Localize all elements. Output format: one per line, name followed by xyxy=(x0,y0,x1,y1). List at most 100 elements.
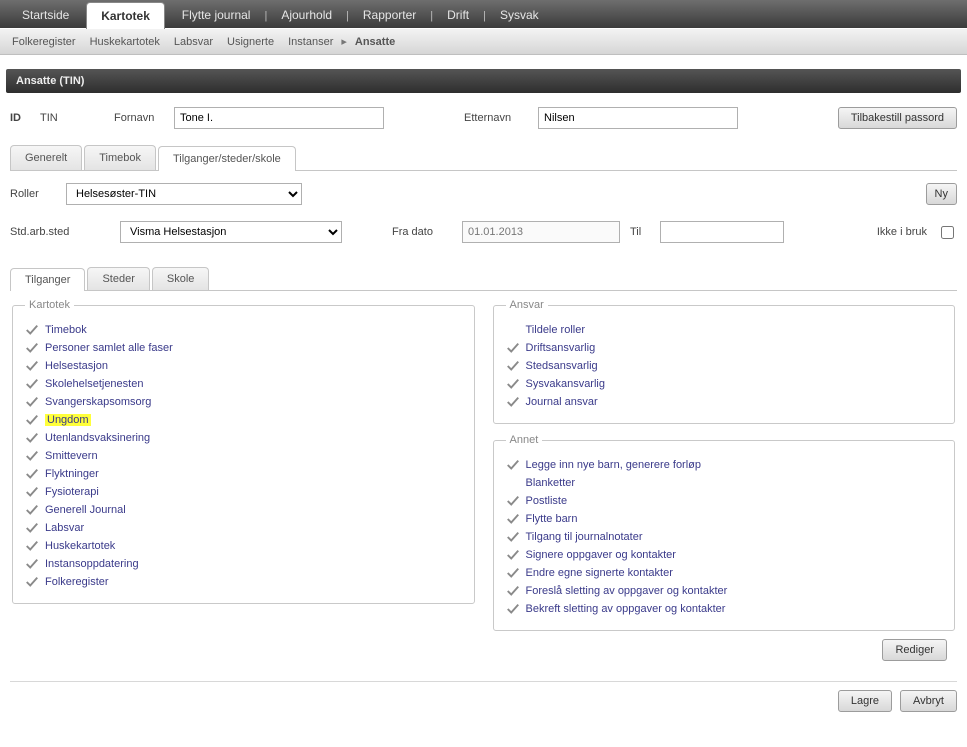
tab-generelt[interactable]: Generelt xyxy=(10,145,82,170)
permission-item[interactable]: Endre egne signerte kontakter xyxy=(506,564,943,582)
permission-item[interactable]: Tildele roller xyxy=(506,321,943,339)
permission-item[interactable]: Stedsansvarlig xyxy=(506,357,943,375)
checkmark-icon[interactable] xyxy=(506,602,520,616)
checkmark-icon[interactable] xyxy=(25,323,39,337)
checkmark-icon[interactable] xyxy=(25,413,39,427)
checkmark-icon[interactable] xyxy=(25,557,39,571)
lagre-button[interactable]: Lagre xyxy=(838,690,892,712)
checkmark-icon[interactable] xyxy=(506,377,520,391)
checkmark-icon[interactable] xyxy=(506,494,520,508)
employee-tabs: GenereltTimebokTilganger/steder/skole xyxy=(10,145,957,171)
permission-label: Flytte barn xyxy=(526,513,578,525)
permission-label: Signere oppgaver og kontakter xyxy=(526,549,676,561)
til-input[interactable] xyxy=(660,221,784,243)
annet-legend: Annet xyxy=(506,434,543,446)
permission-label: Personer samlet alle faser xyxy=(45,342,173,354)
permission-label: Legge inn nye barn, generere forløp xyxy=(526,459,702,471)
permission-item[interactable]: Foreslå sletting av oppgaver og kontakte… xyxy=(506,582,943,600)
fra-dato-input[interactable] xyxy=(462,221,620,243)
checkmark-icon[interactable] xyxy=(25,449,39,463)
ny-button[interactable]: Ny xyxy=(926,183,957,205)
tab-skole[interactable]: Skole xyxy=(152,267,210,290)
subnav-link-labsvar[interactable]: Labsvar xyxy=(174,36,213,48)
permission-item[interactable]: Instansoppdatering xyxy=(25,555,462,573)
permission-item[interactable]: Driftsansvarlig xyxy=(506,339,943,357)
checkmark-icon[interactable] xyxy=(25,575,39,589)
ikke-i-bruk-checkbox[interactable] xyxy=(941,226,954,239)
permission-item[interactable]: Bekreft sletting av oppgaver og kontakte… xyxy=(506,600,943,618)
roller-select[interactable]: Helsesøster-TIN xyxy=(66,183,302,205)
permission-item[interactable]: Personer samlet alle faser xyxy=(25,339,462,357)
permission-label: Bekreft sletting av oppgaver og kontakte… xyxy=(526,603,726,615)
topnav-tab-kartotek[interactable]: Kartotek xyxy=(86,2,165,29)
permission-item[interactable]: Helsestasjon xyxy=(25,357,462,375)
permission-item[interactable]: Fysioterapi xyxy=(25,483,462,501)
std-select[interactable]: Visma Helsestasjon xyxy=(120,221,342,243)
permission-item[interactable]: Ungdom xyxy=(25,411,462,429)
topnav-tab-rapporter[interactable]: Rapporter xyxy=(349,2,430,28)
permission-item[interactable]: Journal ansvar xyxy=(506,393,943,411)
topnav-tab-sysvak[interactable]: Sysvak xyxy=(486,2,553,28)
checkmark-icon[interactable] xyxy=(25,395,39,409)
permission-item[interactable]: Signere oppgaver og kontakter xyxy=(506,546,943,564)
permission-item[interactable]: Flytte barn xyxy=(506,510,943,528)
permission-item[interactable]: Tilgang til journalnotater xyxy=(506,528,943,546)
subnav-current[interactable]: Ansatte xyxy=(355,36,395,48)
rediger-button[interactable]: Rediger xyxy=(882,639,947,661)
permission-item[interactable]: Postliste xyxy=(506,492,943,510)
checkmark-icon[interactable] xyxy=(25,431,39,445)
checkmark-icon[interactable] xyxy=(25,503,39,517)
tab-steder[interactable]: Steder xyxy=(87,267,149,290)
checkmark-icon[interactable] xyxy=(25,485,39,499)
permission-item[interactable]: Sysvakansvarlig xyxy=(506,375,943,393)
checkmark-icon[interactable] xyxy=(506,359,520,373)
permission-item[interactable]: Utenlandsvaksinering xyxy=(25,429,462,447)
checkmark-icon[interactable] xyxy=(25,539,39,553)
checkmark-icon[interactable] xyxy=(25,359,39,373)
subnav-link-folkeregister[interactable]: Folkeregister xyxy=(12,36,76,48)
checkmark-icon[interactable] xyxy=(25,377,39,391)
topnav-tab-drift[interactable]: Drift xyxy=(433,2,483,28)
checkmark-icon[interactable] xyxy=(506,395,520,409)
checkmark-icon[interactable] xyxy=(506,584,520,598)
tab-tilganger-steder-skole[interactable]: Tilganger/steder/skole xyxy=(158,146,296,171)
etternavn-input[interactable] xyxy=(538,107,738,129)
top-nav: Startside|Kartotek|Flytte journal|Ajourh… xyxy=(0,0,967,28)
permission-item[interactable]: Blanketter xyxy=(506,474,943,492)
checkmark-icon[interactable] xyxy=(506,341,520,355)
tab-timebok[interactable]: Timebok xyxy=(84,145,156,170)
permission-item[interactable]: Svangerskapsomsorg xyxy=(25,393,462,411)
check-empty-icon[interactable] xyxy=(506,323,520,337)
check-empty-icon[interactable] xyxy=(506,476,520,490)
permission-item[interactable]: Huskekartotek xyxy=(25,537,462,555)
reset-password-button[interactable]: Tilbakestill passord xyxy=(838,107,957,129)
permission-item[interactable]: Skolehelsetjenesten xyxy=(25,375,462,393)
topnav-tab-ajourhold[interactable]: Ajourhold xyxy=(267,2,346,28)
subnav-link-huskekartotek[interactable]: Huskekartotek xyxy=(90,36,160,48)
fornavn-input[interactable] xyxy=(174,107,384,129)
checkmark-icon[interactable] xyxy=(506,530,520,544)
permission-item[interactable]: Legge inn nye barn, generere forløp xyxy=(506,456,943,474)
permission-item[interactable]: Smittevern xyxy=(25,447,462,465)
permission-item[interactable]: Generell Journal xyxy=(25,501,462,519)
permission-item[interactable]: Flyktninger xyxy=(25,465,462,483)
permission-label: Skolehelsetjenesten xyxy=(45,378,143,390)
topnav-tab-startside[interactable]: Startside xyxy=(8,2,83,28)
permission-item[interactable]: Folkeregister xyxy=(25,573,462,591)
checkmark-icon[interactable] xyxy=(25,521,39,535)
topnav-tab-flytte-journal[interactable]: Flytte journal xyxy=(168,2,265,28)
checkmark-icon[interactable] xyxy=(25,341,39,355)
til-label: Til xyxy=(630,226,650,238)
checkmark-icon[interactable] xyxy=(25,467,39,481)
subnav-link-instanser[interactable]: Instanser xyxy=(288,36,333,48)
permission-item[interactable]: Timebok xyxy=(25,321,462,339)
permission-item[interactable]: Labsvar xyxy=(25,519,462,537)
checkmark-icon[interactable] xyxy=(506,566,520,580)
tab-tilganger[interactable]: Tilganger xyxy=(10,268,85,291)
avbryt-button[interactable]: Avbryt xyxy=(900,690,957,712)
checkmark-icon[interactable] xyxy=(506,512,520,526)
checkmark-icon[interactable] xyxy=(506,458,520,472)
subnav-link-usignerte[interactable]: Usignerte xyxy=(227,36,274,48)
permission-label: Stedsansvarlig xyxy=(526,360,598,372)
checkmark-icon[interactable] xyxy=(506,548,520,562)
